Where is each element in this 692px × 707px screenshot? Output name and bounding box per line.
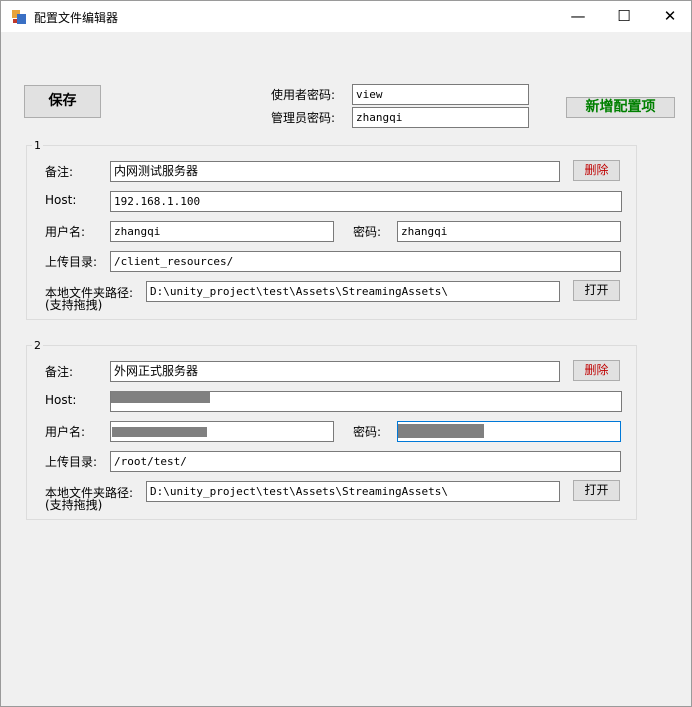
app-window: 配置文件编辑器 — ☐ ✕ 保存 使用者密码: view 管理员密码: zhan… [0, 0, 692, 707]
redacted-host [111, 391, 210, 403]
app-icon [12, 10, 26, 24]
minimize-button[interactable]: — [555, 1, 601, 32]
open-folder-button[interactable]: 打开 [573, 280, 620, 301]
upload-dir-label: 上传目录: [45, 455, 98, 469]
local-path-hint: (支持拖拽) [45, 298, 103, 312]
delete-button[interactable]: 删除 [573, 360, 620, 381]
redacted-password [398, 424, 484, 438]
user-password-label: 使用者密码: [271, 88, 336, 102]
host-field[interactable]: 192.168.1.100 [110, 191, 622, 212]
note-label: 备注: [45, 365, 74, 379]
local-path-field[interactable]: D:\unity_project\test\Assets\StreamingAs… [146, 281, 560, 302]
save-button[interactable]: 保存 [24, 85, 101, 118]
upload-dir-field[interactable]: /root/test/ [110, 451, 621, 472]
maximize-button[interactable]: ☐ [601, 1, 647, 32]
config-group-index: 2 [32, 339, 43, 352]
title-bar: 配置文件编辑器 — ☐ ✕ [1, 1, 691, 32]
upload-dir-field[interactable]: /client_resources/ [110, 251, 621, 272]
close-button[interactable]: ✕ [647, 1, 692, 32]
password-label: 密码: [353, 225, 382, 239]
admin-password-field[interactable]: zhangqi [352, 107, 529, 128]
config-group-index: 1 [32, 139, 43, 152]
upload-dir-label: 上传目录: [45, 255, 98, 269]
password-field[interactable]: zhangqi [397, 221, 621, 242]
delete-button[interactable]: 删除 [573, 160, 620, 181]
admin-password-label: 管理员密码: [271, 111, 336, 125]
password-label: 密码: [353, 425, 382, 439]
username-label: 用户名: [45, 425, 86, 439]
window-title: 配置文件编辑器 [34, 11, 119, 25]
host-label: Host: [45, 393, 77, 407]
user-password-field[interactable]: view [352, 84, 529, 105]
username-field[interactable]: zhangqi [110, 221, 334, 242]
username-label: 用户名: [45, 225, 86, 239]
note-field[interactable]: 外网正式服务器 [110, 361, 560, 382]
note-field[interactable]: 内网测试服务器 [110, 161, 560, 182]
open-folder-button[interactable]: 打开 [573, 480, 620, 501]
note-label: 备注: [45, 165, 74, 179]
local-path-field[interactable]: D:\unity_project\test\Assets\StreamingAs… [146, 481, 560, 502]
add-config-button[interactable]: 新增配置项 [566, 97, 675, 118]
local-path-hint: (支持拖拽) [45, 498, 103, 512]
redacted-username [112, 427, 207, 437]
host-label: Host: [45, 193, 77, 207]
